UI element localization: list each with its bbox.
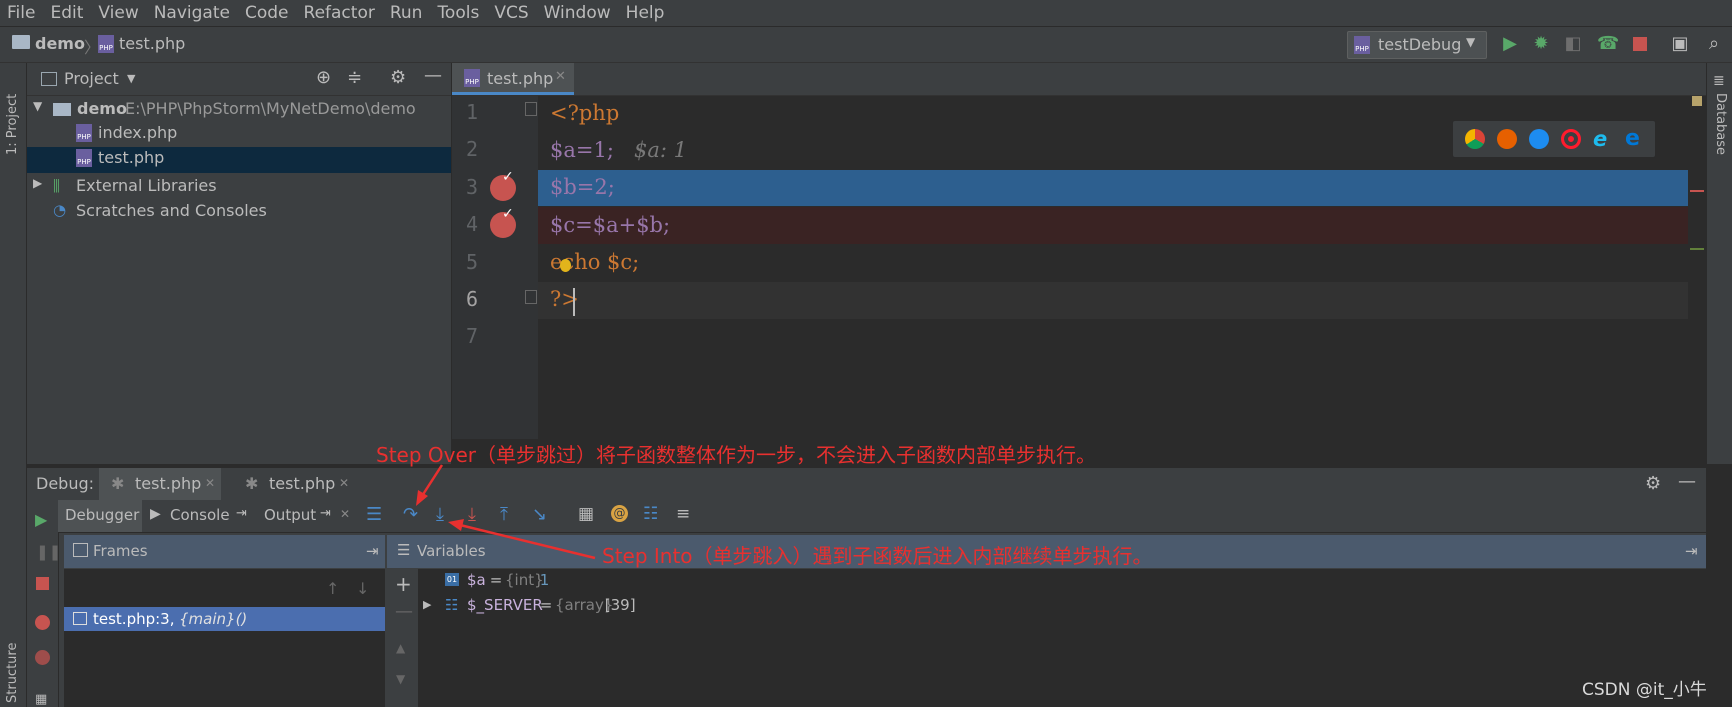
- arrow-head-icon: [416, 490, 428, 506]
- step-over-arrow: [420, 464, 444, 497]
- annotation-arrows: [416, 464, 596, 560]
- step-into-arrow: [459, 523, 596, 560]
- arrow-head-icon: [448, 519, 464, 531]
- watermark: CSDN @it_小牛: [1582, 680, 1707, 700]
